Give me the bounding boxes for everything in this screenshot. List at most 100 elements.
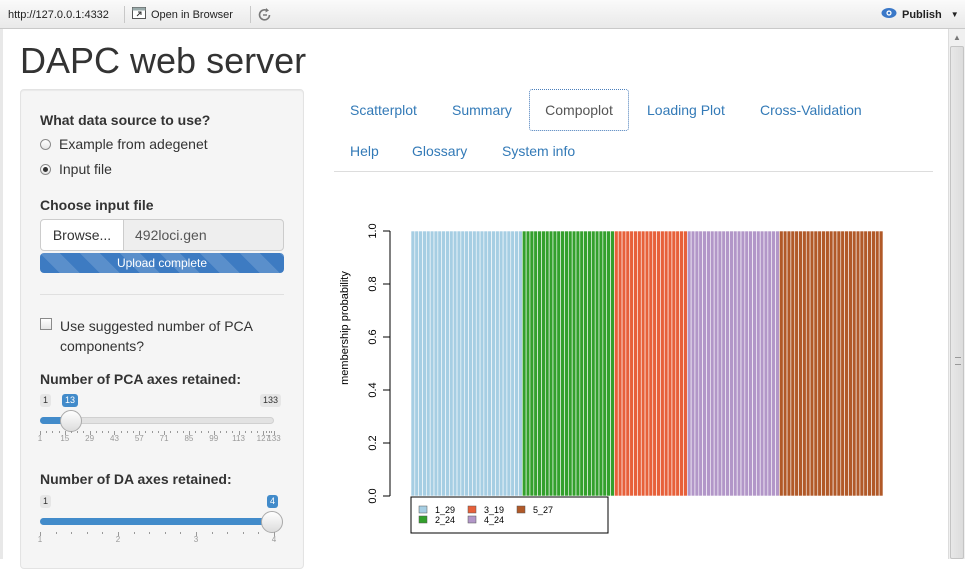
scrollbar-thumb[interactable] xyxy=(950,46,964,559)
publish-button[interactable]: Publish ▼ xyxy=(881,7,959,22)
slider-tick-label: 4 xyxy=(271,535,277,544)
bar-5_27 xyxy=(875,230,880,497)
tab-help[interactable]: Help xyxy=(335,131,394,171)
bar-4_24 xyxy=(736,230,742,497)
pca-axes-slider[interactable]: 1 13 133 1 15 29 43 57 71 85 99 113 127 133 xyxy=(38,394,284,444)
bar-5_27 xyxy=(832,230,838,497)
bar-1_29 xyxy=(452,230,458,497)
bar-2_24 xyxy=(564,230,569,497)
tab-scatterplot[interactable]: Scatterplot xyxy=(335,90,432,130)
slider-minor-tick xyxy=(108,431,110,433)
bar-2_24 xyxy=(610,230,615,497)
radio-example-adegenet[interactable]: Example from adegenet xyxy=(40,136,208,152)
tab-summary[interactable]: Summary xyxy=(437,90,527,130)
legend-label: 3_19 xyxy=(484,505,504,515)
publish-icon xyxy=(881,7,897,22)
slider-minor-tick xyxy=(55,532,57,534)
bar-4_24 xyxy=(740,230,746,497)
slider-minor-tick xyxy=(95,431,97,433)
bar-2_24 xyxy=(529,230,535,497)
scroll-up-arrow[interactable]: ▲ xyxy=(949,29,965,46)
page-title: DAPC web server xyxy=(20,40,307,81)
slider-minor-tick xyxy=(244,431,246,433)
bar-5_27 xyxy=(848,230,853,497)
bar-1_29 xyxy=(483,230,489,497)
slider-minor-tick xyxy=(102,532,104,534)
slider-minor-tick xyxy=(120,431,122,433)
radio-button[interactable] xyxy=(40,138,51,150)
bar-2_24 xyxy=(583,230,588,497)
bar-4_24 xyxy=(725,230,730,497)
slider-handle[interactable] xyxy=(60,410,82,432)
bar-4_24 xyxy=(717,230,723,497)
bar-5_27 xyxy=(790,230,796,497)
tab-loading-plot[interactable]: Loading Plot xyxy=(632,90,740,130)
slider-minor-tick xyxy=(151,431,153,433)
bar-2_24 xyxy=(548,230,554,497)
bar-4_24 xyxy=(713,230,719,497)
sidebar-panel: What data source to use? Example from ad… xyxy=(20,89,304,569)
radio-button-selected[interactable] xyxy=(40,163,51,175)
suggested-pca-checkbox[interactable] xyxy=(40,318,52,330)
y-tick-label: 1.0 xyxy=(367,223,379,238)
bar-4_24 xyxy=(767,230,773,497)
legend-swatch xyxy=(467,515,477,524)
bar-1_29 xyxy=(433,230,439,497)
slider-tick-label: 1 xyxy=(37,535,43,544)
slider-tick-label: 133 xyxy=(267,434,281,443)
tab-cross-validation[interactable]: Cross-Validation xyxy=(745,90,877,130)
vertical-scrollbar[interactable]: ▲ xyxy=(948,29,965,559)
bar-1_29 xyxy=(422,230,427,497)
slider-minor-tick xyxy=(157,431,159,433)
bar-4_24 xyxy=(771,230,776,497)
radio-input-file[interactable]: Input file xyxy=(40,161,112,177)
bar-4_24 xyxy=(763,230,769,497)
slider-minor-tick xyxy=(219,431,221,433)
bar-3_19 xyxy=(679,230,684,497)
da-axes-label: Number of DA axes retained: xyxy=(40,471,232,487)
refresh-icon[interactable] xyxy=(257,6,273,23)
open-in-browser-button[interactable]: Open in Browser xyxy=(132,6,233,23)
tab-glossary[interactable]: Glossary xyxy=(397,131,482,171)
slider-tick-label: 57 xyxy=(134,434,144,443)
suggested-pca-checkbox-row[interactable]: Use suggested number of PCA components? xyxy=(40,316,253,356)
slider-minor-tick xyxy=(207,431,209,433)
bar-2_24 xyxy=(537,230,542,497)
slider-fill xyxy=(40,518,274,525)
bar-2_24 xyxy=(568,230,573,497)
slider-ticks xyxy=(40,532,275,538)
bar-1_29 xyxy=(510,230,515,497)
bar-2_24 xyxy=(525,230,531,497)
slider-minor-tick xyxy=(58,431,60,433)
slider-tick-label: 15 xyxy=(60,434,70,443)
bar-2_24 xyxy=(541,230,546,497)
bar-1_29 xyxy=(410,230,416,497)
bar-5_27 xyxy=(809,230,815,497)
tab-system-info[interactable]: System info xyxy=(487,131,590,171)
bar-3_19 xyxy=(637,230,642,497)
tab-compoplot[interactable]: Compoplot xyxy=(529,89,629,131)
bar-5_27 xyxy=(813,230,819,497)
bar-4_24 xyxy=(706,230,711,497)
slider-minor-tick xyxy=(201,431,203,433)
radio-label: Input file xyxy=(59,161,112,177)
bar-2_24 xyxy=(571,230,577,497)
da-axes-slider[interactable]: 1 4 1 2 3 4 xyxy=(37,495,284,545)
bar-4_24 xyxy=(694,230,700,497)
slider-minor-tick xyxy=(180,532,182,534)
browse-button[interactable]: Browse... xyxy=(40,219,124,251)
slider-max-label: 133 xyxy=(260,394,282,407)
bar-1_29 xyxy=(498,230,504,497)
slider-minor-tick xyxy=(232,431,234,433)
bar-4_24 xyxy=(702,230,707,497)
bar-3_19 xyxy=(644,230,650,497)
y-axis-title: membership probability xyxy=(339,271,351,385)
bar-4_24 xyxy=(729,230,734,497)
bar-3_19 xyxy=(683,230,688,497)
bar-1_29 xyxy=(429,230,435,497)
slider-handle[interactable] xyxy=(261,511,283,533)
file-name-field[interactable]: 492loci.gen xyxy=(123,219,284,251)
slider-minor-tick xyxy=(242,532,244,534)
slider-min-label: 1 xyxy=(40,495,52,508)
slider-minor-tick xyxy=(257,431,259,433)
